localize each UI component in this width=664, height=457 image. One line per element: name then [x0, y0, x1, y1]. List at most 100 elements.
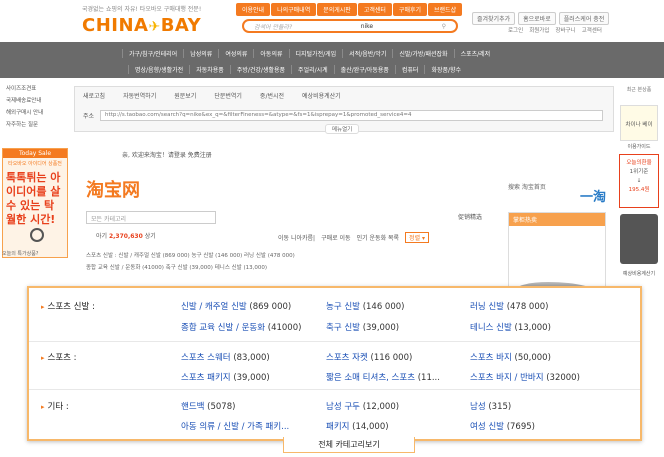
count-value: 2,370,630 — [108, 233, 143, 240]
category-item[interactable]: 자동차용품 — [189, 65, 230, 74]
toolbar-tabs: 새로고침 자동번역하기 원문보기 단문번역기 중/번시전 예상비용계산기 — [83, 91, 359, 100]
sort-row: 이동 니아카름| 구매로 이동 인기 운동화 목록 정렬 ▾ — [278, 232, 435, 243]
overlay-row-other: ▸ 기타 : 핸드백 (5078) 남성 구두 (12,000) 남성 (315)… — [29, 389, 640, 439]
auto-translate-button[interactable]: 자동번역하기 — [123, 91, 156, 100]
sort-option[interactable]: 이동 니아카름| — [278, 233, 315, 242]
search-placeholder: 검색어 만들라? — [254, 23, 293, 31]
calculator-icon[interactable] — [620, 214, 658, 264]
sort-option[interactable]: 인기 운동화 목록 — [357, 233, 399, 242]
menu-open-button[interactable]: 메뉴열기 — [325, 124, 360, 134]
category-link[interactable]: 남성 구두 (12,000) — [326, 400, 399, 412]
overlay-row-sports-shoes: ▸ 스포츠 신발 : 신발 / 캐주얼 신발 (869 000) 농구 신발 (1… — [29, 288, 640, 341]
category-item[interactable]: 신발/가방/패션잡화 — [392, 49, 453, 58]
arrow-down-icon: ↓ — [636, 178, 642, 184]
calculator-label[interactable]: 예상비용계산기 — [616, 270, 662, 277]
sidebar-item-guide[interactable]: 해외구매시 안내 — [0, 108, 70, 116]
original-view-button[interactable]: 원문보기 — [174, 91, 196, 100]
category-link[interactable]: 아동 의류 / 신발 / 가족 패키... — [181, 420, 289, 432]
category-item[interactable]: 아동의류 — [253, 49, 288, 58]
sidebar-item-shipping[interactable]: 국제배송료안내 — [0, 96, 70, 104]
category-link[interactable]: 러닝 신발 (478 000) — [470, 300, 548, 312]
view-all-categories-button[interactable]: 전체 카테고리보기 — [283, 437, 415, 453]
sort-select[interactable]: 정렬 ▾ — [405, 232, 430, 243]
category-item[interactable]: 스포츠/레저 — [453, 49, 497, 58]
cost-calculator-button[interactable]: 예상비용계산기 — [302, 91, 341, 100]
plane-icon: ✈ — [148, 19, 161, 35]
logo[interactable]: 국경없는 쇼핑의 자유! 타오바오 구매대행 전문! CHINA✈BAY — [82, 4, 201, 36]
charge-button[interactable]: 플러스케어 충전 — [558, 12, 610, 25]
top-nav-item[interactable]: 구매후기 — [392, 2, 428, 16]
category-select[interactable]: 모든 카테고리 — [86, 211, 216, 224]
right-sidebar: 최근 본상품 차이나 베이 이용가이드 오늘의환율 1위기준 ↓ 195.4원 … — [616, 86, 662, 277]
category-link[interactable]: 스포츠 자켓 (116 000) — [326, 351, 412, 363]
category-link[interactable]: 신발 / 캐주얼 신발 (869 000) — [181, 300, 291, 312]
support-link[interactable]: 고객센터 — [582, 26, 602, 34]
category-link[interactable]: 스포츠 바지 / 반바지 (32000) — [470, 371, 580, 383]
arrow-right-icon: ▸ — [41, 303, 45, 311]
login-link[interactable]: 로그인 — [508, 26, 523, 34]
category-link[interactable]: 종합 교육 신발 / 운동화 (41000) — [181, 321, 301, 333]
bookmark-button[interactable]: 즐겨찾기추가 — [472, 12, 516, 25]
category-link[interactable]: 스포츠 바지 (50,000) — [470, 351, 551, 363]
rate-title: 오늘의환율 — [626, 160, 652, 166]
util-buttons: 즐겨찾기추가 홈으로바로 플러스케어 충전 — [472, 12, 612, 25]
dictionary-button[interactable]: 중/번시전 — [260, 91, 284, 100]
result-count: 아기 2,370,630 상기 — [96, 231, 156, 240]
sidebar-item-faq[interactable]: 자주하는 질문 — [0, 120, 70, 128]
search-input[interactable]: 검색어 만들라? nike ⚲ — [242, 19, 458, 33]
chinabay-badge[interactable]: 차이나 베이 — [620, 105, 658, 141]
logo-wordmark: CHINA✈BAY — [82, 15, 201, 36]
top-nav-item[interactable]: 이용안내 — [236, 2, 271, 16]
today-sale-headline: 톡톡튀는 아이디어를 살수 있는 탁월한 시간! — [6, 171, 61, 226]
category-item[interactable]: 컴퓨터 — [394, 65, 425, 74]
category-item[interactable]: 가구/침구/인테리어 — [122, 49, 183, 58]
today-question[interactable]: 오늘의 특가상품? — [2, 250, 38, 257]
promo-tag[interactable]: 促销精选 — [458, 212, 482, 221]
hot-seller-header: 掌柜热卖 — [509, 213, 605, 226]
home-button[interactable]: 홈으로바로 — [518, 12, 556, 25]
refresh-button[interactable]: 새로고침 — [83, 91, 105, 100]
cart-link[interactable]: 장바구니 — [555, 26, 575, 34]
category-item[interactable]: 출산/완구/아동용품 — [333, 65, 395, 74]
category-row-2: 명상/음향/생활가전 자동차용품 주방/건강/생활용품 주얼리/시계 출산/완구… — [128, 65, 467, 74]
today-sale-sub: 타오바오 아이디어 상품전 — [8, 161, 62, 167]
usage-guide-link[interactable]: 이용가이드 — [616, 143, 662, 150]
search-icon[interactable]: ⚲ — [442, 23, 446, 30]
category-link[interactable]: 스포츠 스웨터 (83,000) — [181, 351, 270, 363]
top-nav-item[interactable]: 문의게시판 — [317, 2, 357, 16]
sidebar-item-size-chart[interactable]: 사이즈조견표 — [0, 84, 70, 92]
sentence-translator-button[interactable]: 단문번역기 — [214, 91, 242, 100]
top-nav-item[interactable]: 나의구매내역 — [271, 2, 317, 16]
sort-option[interactable]: 구매로 이동 — [321, 233, 351, 242]
category-link[interactable]: 스포츠 패키지 (39,000) — [181, 371, 270, 383]
count-label: 아기 — [96, 233, 108, 240]
category-item[interactable]: 디지털가전/게임 — [288, 49, 343, 58]
top-nav-item[interactable]: 브랜드샵 — [428, 2, 463, 16]
category-item[interactable]: 명상/음향/생활가전 — [128, 65, 189, 74]
category-item[interactable]: 주방/건강/생활용품 — [229, 65, 291, 74]
signup-link[interactable]: 회원가입 — [529, 26, 549, 34]
taobao-welcome[interactable]: 亲, 欢迎来淘宝！请登录 免费注册 — [122, 150, 212, 159]
etao-logo[interactable]: 一淘 — [580, 186, 606, 205]
category-link[interactable]: 짧은 소매 티셔츠, 스포츠 (11... — [326, 371, 440, 383]
top-nav: 이용안내 나의구매내역 문의게시판 고객센터 구매후기 브랜드샵 — [236, 2, 463, 16]
rate-value: 195.4원 — [628, 187, 650, 193]
top-nav-item[interactable]: 고객센터 — [357, 2, 392, 16]
taobao-right-links[interactable]: 搜索 淘宝首页 — [508, 182, 546, 191]
category-link[interactable]: 여성 신발 (7695) — [470, 420, 535, 432]
url-input[interactable]: http://s.taobao.com/search?q=nike&ex_q=&… — [100, 109, 603, 121]
taobao-logo[interactable]: 淘宝网 — [86, 176, 140, 202]
category-item[interactable]: 남성의류 — [183, 49, 218, 58]
category-link[interactable]: 농구 신발 (146 000) — [326, 300, 404, 312]
category-link[interactable]: 핸드백 (5078) — [181, 400, 235, 412]
category-item[interactable]: 주얼리/시계 — [291, 65, 334, 74]
category-link[interactable]: 남성 (315) — [470, 400, 511, 412]
category-link[interactable]: 테니스 신발 (13,000) — [470, 321, 551, 333]
arrow-right-icon: ▸ — [41, 403, 45, 411]
recent-items-label[interactable]: 최근 본상품 — [616, 86, 662, 93]
category-item[interactable]: 서적/음반/악기 — [342, 49, 392, 58]
category-item[interactable]: 화장품/향수 — [424, 65, 467, 74]
category-link[interactable]: 패키지 (14,000) — [326, 420, 389, 432]
category-link[interactable]: 축구 신발 (39,000) — [326, 321, 399, 333]
category-item[interactable]: 여성의류 — [218, 49, 253, 58]
